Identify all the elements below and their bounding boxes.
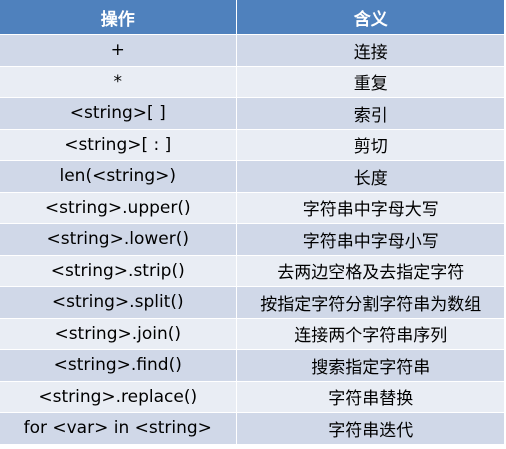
meaning-cell: 连接两个字符串序列 (236, 317, 505, 350)
table-row: for <var> in <string> 字符串迭代 (0, 412, 505, 444)
table-row: <string>.lower() 字符串中字母小写 (0, 223, 505, 255)
table-row: <string>.find() 搜索指定字符串 (0, 349, 505, 381)
meaning-cell: 按指定字符分割字符串为数组 (236, 286, 505, 318)
operation-cell: <string>.find() (0, 349, 237, 381)
table-row: <string>.strip() 去两边空格及去指定字符 (0, 254, 505, 287)
table-row: <string>.split() 按指定字符分割字符串为数组 (0, 286, 505, 318)
header-operation: 操作 (0, 0, 237, 35)
operation-cell: len(<string>) (0, 160, 237, 192)
meaning-cell: 去两边空格及去指定字符 (236, 254, 505, 287)
meaning-cell: 字符串替换 (236, 380, 505, 413)
table-row: <string>[ : ] 剪切 (0, 128, 505, 161)
table-row: + 连接 (0, 34, 505, 66)
meaning-cell: 连接 (236, 34, 505, 66)
meaning-cell: 字符串中字母小写 (236, 223, 505, 255)
table-header: 操作 含义 (0, 0, 505, 35)
table-body: + 连接 * 重复 <string>[ ] 索引 <string>[ : ] 剪… (0, 34, 505, 444)
operation-cell: <string>[ : ] (0, 128, 237, 161)
table-row: <string>[ ] 索引 (0, 97, 505, 129)
table-row: <string>.replace() 字符串替换 (0, 380, 505, 413)
header-row: 操作 含义 (0, 0, 505, 35)
string-operations-table: 操作 含义 + 连接 * 重复 <string>[ ] 索引 <string>[… (0, 0, 505, 444)
operation-cell: * (0, 65, 237, 98)
meaning-cell: 字符串中字母大写 (236, 191, 505, 224)
meaning-cell: 剪切 (236, 128, 505, 161)
operation-cell: <string>.strip() (0, 254, 237, 287)
operation-cell: <string>[ ] (0, 97, 237, 129)
operation-cell: <string>.replace() (0, 380, 237, 413)
operation-cell: <string>.lower() (0, 223, 237, 255)
table-row: len(<string>) 长度 (0, 160, 505, 192)
meaning-cell: 重复 (236, 65, 505, 98)
meaning-cell: 字符串迭代 (236, 412, 505, 444)
header-meaning: 含义 (236, 0, 505, 35)
operation-cell: for <var> in <string> (0, 412, 237, 444)
meaning-cell: 长度 (236, 160, 505, 192)
operation-cell: <string>.upper() (0, 191, 237, 224)
table-row: * 重复 (0, 65, 505, 98)
operation-cell: <string>.split() (0, 286, 237, 318)
table-row: <string>.upper() 字符串中字母大写 (0, 191, 505, 224)
table-row: <string>.join() 连接两个字符串序列 (0, 317, 505, 350)
meaning-cell: 搜索指定字符串 (236, 349, 505, 381)
operation-cell: + (0, 34, 237, 66)
string-operations-table-container: 操作 含义 + 连接 * 重复 <string>[ ] 索引 <string>[… (0, 0, 506, 449)
operation-cell: <string>.join() (0, 317, 237, 350)
meaning-cell: 索引 (236, 97, 505, 129)
